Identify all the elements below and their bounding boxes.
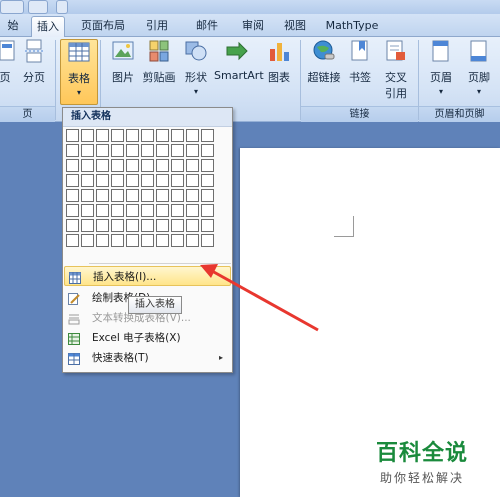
annotation-arrow — [200, 264, 319, 332]
watermark-subtitle: 助你轻松解决 — [380, 471, 465, 485]
watermark-title: 百科全说 — [376, 441, 469, 466]
watermark: 百科全说 助你轻松解决 — [376, 435, 468, 486]
